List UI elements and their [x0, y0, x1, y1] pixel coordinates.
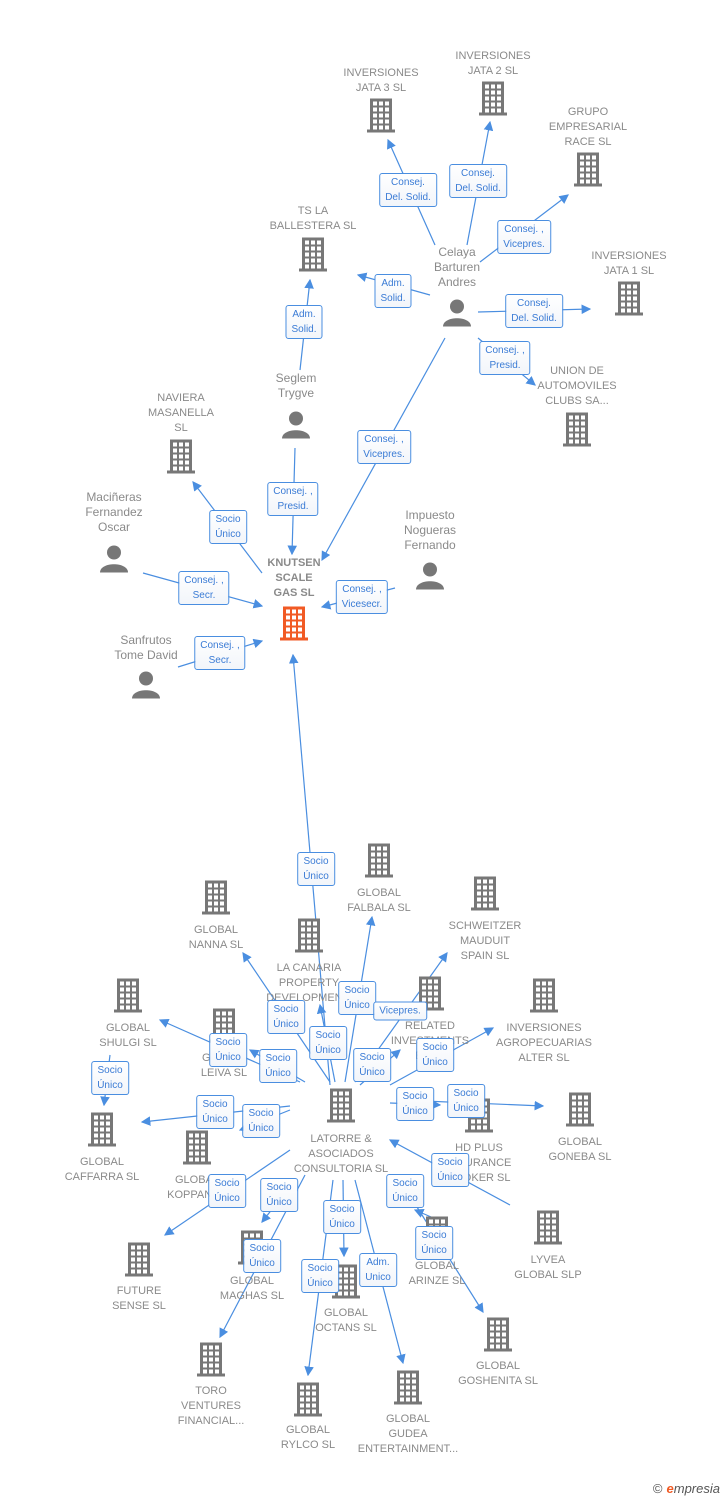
- brand-logo-text: mpresia: [673, 1481, 720, 1496]
- relation-label[interactable]: Socio Único: [396, 1087, 434, 1121]
- building-icon[interactable]: [88, 1112, 116, 1152]
- building-icon[interactable]: [471, 876, 499, 916]
- node-label[interactable]: NAVIERA MASANELLA SL: [121, 391, 241, 436]
- building-icon[interactable]: [367, 98, 395, 138]
- building-icon[interactable]: [530, 978, 558, 1018]
- relation-label[interactable]: Consej. Del. Solid.: [449, 164, 507, 198]
- relation-label[interactable]: Socio Único: [243, 1239, 281, 1273]
- building-icon[interactable]: [615, 281, 643, 321]
- building-icon[interactable]: [197, 1342, 225, 1382]
- relation-label[interactable]: Socio Único: [309, 1026, 347, 1060]
- relation-label[interactable]: Vicepres.: [373, 1001, 427, 1021]
- relation-label[interactable]: Socio Único: [415, 1226, 453, 1260]
- relation-label[interactable]: Socio Único: [447, 1084, 485, 1118]
- node-label[interactable]: GLOBAL SHULGI SL: [68, 1021, 188, 1051]
- person-icon[interactable]: [281, 411, 311, 444]
- person-icon[interactable]: [131, 671, 161, 704]
- relation-label[interactable]: Socio Único: [416, 1038, 454, 1072]
- building-icon[interactable]: [202, 880, 230, 920]
- person-icon[interactable]: [442, 299, 472, 332]
- node-label[interactable]: LYVEA GLOBAL SLP: [488, 1253, 608, 1283]
- person-icon[interactable]: [99, 545, 129, 578]
- node-label[interactable]: INVERSIONES JATA 3 SL: [321, 66, 441, 96]
- relation-label[interactable]: Socio Único: [196, 1095, 234, 1129]
- node-label[interactable]: SCHWEITZER MAUDUIT SPAIN SL: [425, 919, 545, 964]
- relation-label[interactable]: Socio Único: [431, 1153, 469, 1187]
- node-label[interactable]: FUTURE SENSE SL: [79, 1284, 199, 1314]
- building-icon[interactable]: [327, 1088, 355, 1128]
- person-icon[interactable]: [415, 562, 445, 595]
- node-label[interactable]: UNION DE AUTOMOVILES CLUBS SA...: [517, 364, 637, 409]
- relation-label[interactable]: Socio Único: [242, 1104, 280, 1138]
- relation-label[interactable]: Socio Único: [260, 1178, 298, 1212]
- node-label[interactable]: INVERSIONES JATA 2 SL: [433, 49, 553, 79]
- node-label[interactable]: Seglem Trygve: [236, 371, 356, 401]
- relation-label[interactable]: Consej. , Secr.: [194, 636, 246, 670]
- building-icon[interactable]: [566, 1092, 594, 1132]
- building-icon[interactable]: [479, 81, 507, 121]
- relation-label[interactable]: Consej. Del. Solid.: [379, 173, 437, 207]
- relation-label[interactable]: Socio Único: [297, 852, 335, 886]
- node-label[interactable]: Sanfrutos Tome David: [86, 633, 206, 663]
- building-icon[interactable]: [183, 1130, 211, 1170]
- building-icon[interactable]: [563, 412, 591, 452]
- node-label[interactable]: INVERSIONES AGROPECUARIAS ALTER SL: [484, 1021, 604, 1066]
- relation-label[interactable]: Consej. , Presid.: [479, 341, 531, 375]
- node-label[interactable]: GLOBAL FALBALA SL: [319, 886, 439, 916]
- relation-label[interactable]: Adm. Unico: [359, 1253, 397, 1287]
- relation-label[interactable]: Socio Único: [259, 1049, 297, 1083]
- node-label[interactable]: GLOBAL GONEBA SL: [520, 1135, 640, 1165]
- node-label[interactable]: GLOBAL GOSHENITA SL: [438, 1359, 558, 1389]
- node-label[interactable]: TS LA BALLESTERA SL: [253, 204, 373, 234]
- relation-label[interactable]: Adm. Solid.: [374, 274, 412, 308]
- relation-label[interactable]: Consej. , Vicesecr.: [335, 580, 389, 614]
- building-icon[interactable]: [167, 439, 195, 479]
- relation-label[interactable]: Socio Único: [386, 1174, 424, 1208]
- relation-label[interactable]: Socio Único: [208, 1174, 246, 1208]
- node-label[interactable]: Maciñeras Fernandez Oscar: [54, 490, 174, 535]
- relation-label[interactable]: Consej. , Secr.: [178, 571, 230, 605]
- building-icon[interactable]: [125, 1242, 153, 1282]
- relation-label[interactable]: Socio Único: [209, 1033, 247, 1067]
- building-icon[interactable]: [280, 606, 308, 646]
- relation-label[interactable]: Socio Único: [91, 1061, 129, 1095]
- relation-label[interactable]: Socio Único: [323, 1200, 361, 1234]
- node-label[interactable]: GLOBAL OCTANS SL: [286, 1306, 406, 1336]
- copyright-symbol: ©: [652, 1481, 663, 1496]
- node-label[interactable]: GLOBAL NANNA SL: [156, 923, 276, 953]
- relation-label[interactable]: Consej. , Vicepres.: [357, 430, 411, 464]
- relation-label[interactable]: Socio Único: [353, 1048, 391, 1082]
- node-label[interactable]: INVERSIONES JATA 1 SL: [569, 249, 689, 279]
- footer-brand: © empresia: [653, 1481, 720, 1496]
- relation-label[interactable]: Socio Único: [338, 981, 376, 1015]
- relation-label[interactable]: Socio Único: [301, 1259, 339, 1293]
- building-icon[interactable]: [574, 152, 602, 192]
- node-label[interactable]: GLOBAL MAGHAS SL: [192, 1274, 312, 1304]
- node-label[interactable]: GRUPO EMPRESARIAL RACE SL: [528, 105, 648, 150]
- relation-label[interactable]: Adm. Solid.: [285, 305, 323, 339]
- relation-label[interactable]: Socio Único: [267, 1000, 305, 1034]
- building-icon[interactable]: [299, 237, 327, 277]
- building-icon[interactable]: [484, 1317, 512, 1357]
- building-icon[interactable]: [294, 1382, 322, 1422]
- building-icon[interactable]: [534, 1210, 562, 1250]
- node-label[interactable]: GLOBAL GUDEA ENTERTAINMENT...: [348, 1412, 468, 1457]
- brand-logo-e: e: [666, 1481, 674, 1496]
- relation-label[interactable]: Consej. Del. Solid.: [505, 294, 563, 328]
- building-icon[interactable]: [114, 978, 142, 1018]
- building-icon[interactable]: [295, 918, 323, 958]
- building-icon[interactable]: [365, 843, 393, 883]
- building-icon[interactable]: [394, 1370, 422, 1410]
- node-label[interactable]: LATORRE & ASOCIADOS CONSULTORIA SL: [281, 1132, 401, 1177]
- relation-label[interactable]: Consej. , Vicepres.: [497, 220, 551, 254]
- relation-label[interactable]: Socio Único: [209, 510, 247, 544]
- relation-label[interactable]: Consej. , Presid.: [267, 482, 319, 516]
- node-label[interactable]: Impuesto Nogueras Fernando: [370, 508, 490, 553]
